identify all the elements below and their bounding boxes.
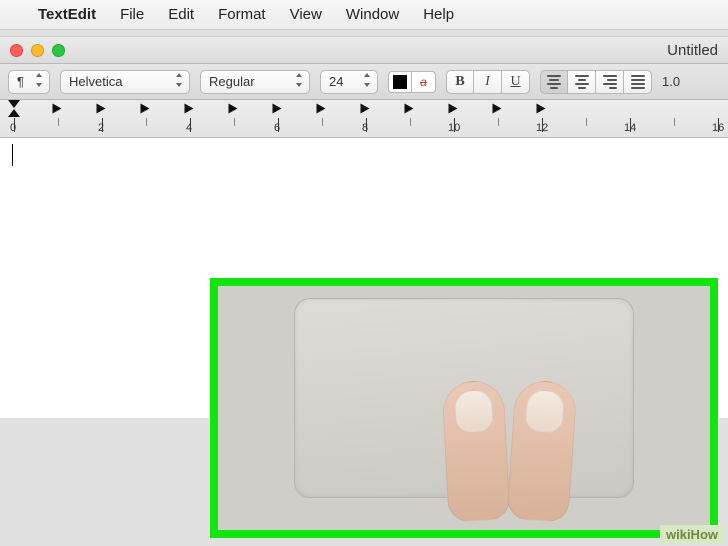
color-swatch-icon (393, 75, 407, 89)
font-size-label: 24 (329, 74, 343, 89)
tab-stop[interactable] (317, 104, 326, 114)
ruler-label: 12 (536, 122, 548, 134)
pilcrow-icon: ¶ (17, 74, 24, 89)
highlight-color-button[interactable]: a (412, 71, 436, 93)
font-family-select[interactable]: Helvetica (60, 70, 190, 94)
italic-button[interactable]: I (474, 70, 502, 94)
ruler-label: 8 (362, 122, 368, 134)
align-justify-icon (631, 75, 645, 89)
align-left-button[interactable] (540, 70, 568, 94)
text-color-button[interactable] (388, 71, 412, 93)
chevron-updown-icon (295, 73, 303, 90)
document-ruler[interactable]: 0 2 4 6 8 10 12 14 16 (0, 100, 728, 138)
line-spacing-value[interactable]: 1.0 (662, 74, 680, 89)
finger (506, 379, 578, 523)
text-align-segment (540, 70, 652, 94)
ruler-label: 0 (10, 122, 16, 134)
ruler-label: 2 (98, 122, 104, 134)
align-left-icon (547, 75, 561, 89)
window-titlebar: Untitled (0, 36, 728, 64)
fingernail (524, 389, 565, 434)
bold-button[interactable]: B (446, 70, 474, 94)
align-right-icon (603, 75, 617, 89)
window-traffic-lights (10, 44, 65, 57)
trackpad-surface (294, 298, 634, 498)
align-right-button[interactable] (596, 70, 624, 94)
window-title: Untitled (667, 42, 718, 59)
fingernail (454, 389, 494, 433)
menu-format[interactable]: Format (218, 6, 266, 23)
tab-stop[interactable] (273, 104, 282, 114)
ruler-label: 4 (186, 122, 192, 134)
font-family-label: Helvetica (69, 74, 122, 89)
trackpad-photo-overlay (210, 278, 718, 538)
align-justify-button[interactable] (624, 70, 652, 94)
menu-edit[interactable]: Edit (168, 6, 194, 23)
tab-stop[interactable] (405, 104, 414, 114)
highlight-a-icon: a (420, 75, 427, 89)
tab-stop[interactable] (141, 104, 150, 114)
font-style-select[interactable]: Regular (200, 70, 310, 94)
chevron-updown-icon (363, 73, 371, 90)
wikihow-watermark: wikiHow (660, 525, 724, 544)
ruler-label: 6 (274, 122, 280, 134)
paragraph-style-select[interactable]: ¶ (8, 70, 50, 94)
tab-stop[interactable] (537, 104, 546, 114)
window-close-button[interactable] (10, 44, 23, 57)
window-minimize-button[interactable] (31, 44, 44, 57)
ruler-label: 10 (448, 122, 460, 134)
app-menu[interactable]: TextEdit (38, 6, 96, 23)
underline-button[interactable]: U (502, 70, 530, 94)
tab-stop[interactable] (361, 104, 370, 114)
menu-view[interactable]: View (290, 6, 322, 23)
tab-stop[interactable] (185, 104, 194, 114)
ruler-label: 14 (624, 122, 636, 134)
tab-stop[interactable] (97, 104, 106, 114)
finger (441, 379, 510, 522)
tab-stop[interactable] (229, 104, 238, 114)
font-size-select[interactable]: 24 (320, 70, 378, 94)
window-fullscreen-button[interactable] (52, 44, 65, 57)
mac-menubar: TextEdit File Edit Format View Window He… (0, 0, 728, 30)
format-toolbar: ¶ Helvetica Regular 24 (0, 64, 728, 100)
align-center-icon (575, 75, 589, 89)
align-center-button[interactable] (568, 70, 596, 94)
font-style-label: Regular (209, 74, 255, 89)
tab-stop[interactable] (53, 104, 62, 114)
menu-file[interactable]: File (120, 6, 144, 23)
tab-stop[interactable] (449, 104, 458, 114)
text-cursor (12, 144, 13, 166)
tab-stop[interactable] (493, 104, 502, 114)
text-color-controls: a (388, 71, 436, 93)
text-style-segment: B I U (446, 70, 530, 94)
ruler-label: 16 (712, 122, 724, 134)
chevron-updown-icon (175, 73, 183, 90)
chevron-updown-icon (35, 73, 43, 90)
tab-stops-row (0, 104, 728, 116)
menu-window[interactable]: Window (346, 6, 399, 23)
menu-help[interactable]: Help (423, 6, 454, 23)
